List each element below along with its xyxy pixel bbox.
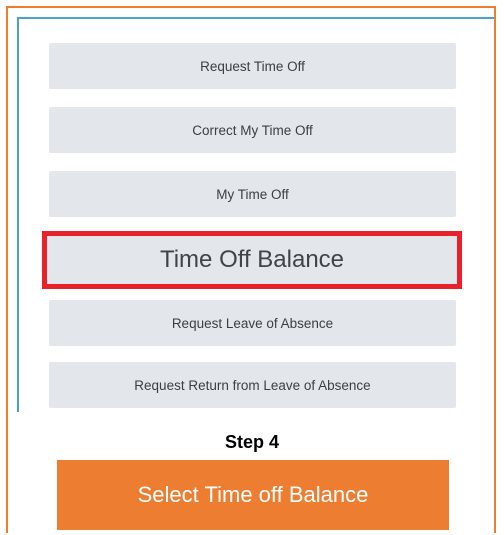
correct-my-time-off-button[interactable]: Correct My Time Off xyxy=(49,107,456,153)
step-label: Step 4 xyxy=(224,432,280,452)
my-time-off-button[interactable]: My Time Off xyxy=(49,171,456,217)
time-off-balance-button[interactable]: Time Off Balance xyxy=(42,231,462,289)
request-time-off-button[interactable]: Request Time Off xyxy=(49,43,456,89)
request-leave-of-absence-button[interactable]: Request Leave of Absence xyxy=(49,300,456,346)
request-return-from-leave-button[interactable]: Request Return from Leave of Absence xyxy=(49,362,456,408)
instruction-banner: Select Time off Balance xyxy=(57,460,449,530)
